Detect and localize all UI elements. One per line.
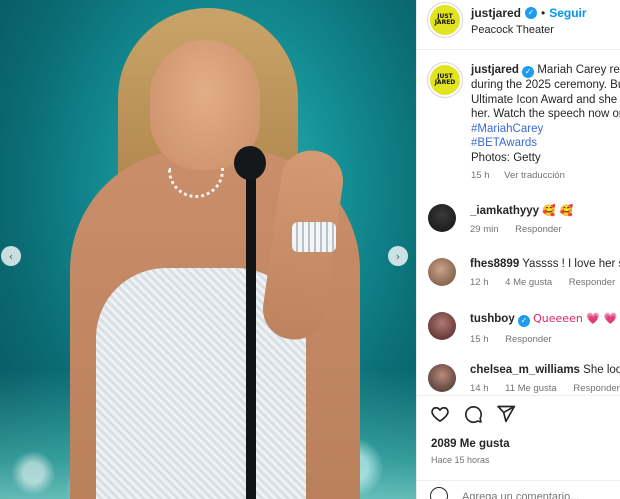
avatar[interactable] [428, 364, 456, 392]
comment-username[interactable]: fhes8899 [470, 258, 519, 270]
comment-age: 15 h [470, 334, 489, 345]
comment-line: fhes8899 Yassss ! I love her sin [470, 258, 620, 270]
comment-meta: 29 min Responder [470, 224, 576, 235]
caption-text: Mariah Carey rece [537, 64, 620, 76]
separator-dot: • [541, 6, 546, 20]
comment-meta: 15 h Responder [470, 334, 620, 345]
comment-input[interactable] [462, 491, 612, 499]
photo-bracelet [292, 222, 336, 252]
comment-text: Yassss ! I love her sin [522, 258, 620, 270]
comment-text: Queeeen 💗 💗 💗 [533, 312, 620, 325]
chevron-left-icon[interactable]: ‹ [1, 246, 21, 266]
share-icon[interactable] [496, 404, 516, 424]
photo-credit: Photos: Getty [471, 151, 541, 164]
comment-line: _iamkathyyy 🥰 🥰 [470, 204, 576, 217]
caption-line-3: Ultimate Icon Award and she e [471, 93, 620, 106]
comment-username[interactable]: _iamkathyyy [470, 205, 539, 217]
post-header: JUST JARED justjared ✓ • Seguir Peacock … [417, 0, 620, 50]
translate-button[interactable]: Ver traducción [504, 170, 565, 181]
header-username[interactable]: justjared [471, 6, 521, 20]
hashtag-link[interactable]: #MariahCarey [471, 122, 620, 137]
add-comment-bar [417, 480, 620, 499]
comment-item: fhes8899 Yassss ! I love her sin 12 h 4 … [428, 258, 620, 288]
avatar-text-line2: JARED [434, 19, 456, 26]
reply-button[interactable]: Responder [515, 224, 561, 235]
comment-text: She looks [583, 364, 620, 376]
comment-item: chelsea_m_williams She looks 14 h 11 Me … [428, 364, 620, 394]
reply-button[interactable]: Responder [573, 383, 619, 394]
like-count[interactable]: 2089 Me gusta [431, 438, 510, 450]
caption-line-4: her. Watch the speech now on [471, 108, 620, 120]
chevron-right-icon[interactable]: › [388, 246, 408, 266]
header-text: justjared ✓ • Seguir Peacock Theater [471, 6, 587, 36]
caption-line-2: during the 2025 ceremony. Bu [471, 79, 620, 91]
microphone [234, 146, 266, 180]
caption-age: 15 h [471, 170, 490, 181]
comment-username[interactable]: tushboy [470, 313, 515, 325]
comment-meta: 12 h 4 Me gusta Responder [470, 277, 620, 288]
hashtag-link[interactable]: #BETAwards [471, 136, 620, 151]
comment-likes[interactable]: 11 Me gusta [505, 383, 557, 394]
comment-item: tushboy ✓ Queeeen 💗 💗 💗 15 h Responder [428, 312, 620, 345]
comment-age: 14 h [470, 383, 489, 394]
verified-badge-icon: ✓ [525, 7, 538, 19]
avatar[interactable] [428, 258, 456, 286]
caption-line-1: justjared ✓ Mariah Carey rece [471, 63, 620, 78]
comment-item: _iamkathyyy 🥰 🥰 29 min Responder [428, 204, 620, 235]
avatar[interactable] [428, 204, 456, 232]
emoji-icon[interactable] [430, 487, 448, 499]
reply-button[interactable]: Responder [505, 334, 551, 345]
header-user-line: justjared ✓ • Seguir [471, 6, 587, 20]
verified-badge-icon: ✓ [517, 315, 530, 327]
microphone-stand [246, 176, 256, 499]
caption-meta: 15 h Ver traducción [471, 169, 620, 184]
avatar[interactable] [428, 312, 456, 340]
avatar[interactable]: JUST JARED [428, 3, 462, 37]
comment-body: fhes8899 Yassss ! I love her sin 12 h 4 … [470, 258, 620, 288]
comment-body: _iamkathyyy 🥰 🥰 29 min Responder [470, 204, 576, 235]
heart-icon[interactable] [430, 404, 450, 424]
comment-icon[interactable] [463, 404, 483, 424]
comment-username[interactable]: chelsea_m_williams [470, 364, 580, 376]
caption-body: justjared ✓ Mariah Carey rece during the… [471, 63, 620, 184]
verified-badge-icon: ✓ [522, 66, 535, 78]
action-bar [417, 395, 620, 424]
comment-text: 🥰 🥰 [542, 204, 574, 217]
comment-age: 29 min [470, 224, 499, 235]
caption: JUST JARED justjared ✓ Mariah Carey rece… [428, 63, 620, 184]
location-link[interactable]: Peacock Theater [471, 24, 587, 36]
post-sidebar: JUST JARED justjared ✓ • Seguir Peacock … [416, 0, 620, 499]
comment-line: chelsea_m_williams She looks [470, 364, 620, 376]
post-time: Hace 15 horas [431, 455, 490, 465]
comment-age: 12 h [470, 277, 489, 288]
post-photo[interactable]: ‹ › [0, 0, 416, 499]
comment-body: tushboy ✓ Queeeen 💗 💗 💗 15 h Responder [470, 312, 620, 345]
follow-button[interactable]: Seguir [549, 6, 586, 20]
comment-likes[interactable]: 4 Me gusta [505, 277, 552, 288]
comment-meta: 14 h 11 Me gusta Responder [470, 383, 620, 394]
caption-username[interactable]: justjared [471, 64, 519, 76]
avatar-text-line2: JARED [434, 79, 456, 86]
reply-button[interactable]: Responder [569, 277, 615, 288]
comment-line: tushboy ✓ Queeeen 💗 💗 💗 [470, 312, 620, 327]
comment-body: chelsea_m_williams She looks 14 h 11 Me … [470, 364, 620, 394]
caption-avatar[interactable]: JUST JARED [428, 63, 462, 97]
